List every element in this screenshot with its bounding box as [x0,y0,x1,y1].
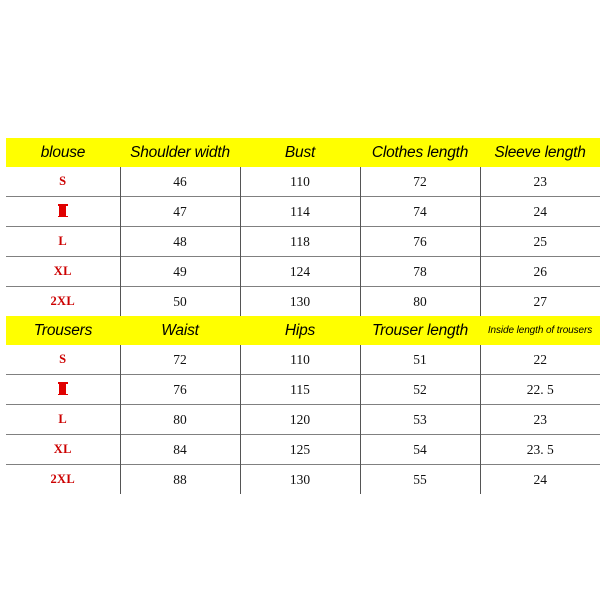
column-header-trousers-1: Waist [120,316,240,345]
table-row: 2XL 50 130 80 27 [6,286,600,316]
size-label-blouse-xl: XL [6,256,121,287]
measurement-cell: 120 [240,404,361,435]
table-header-row-trousers: Trousers Waist Hips Trouser length Inside le… [6,316,600,345]
column-header-trousers-3: Trouser length [360,316,480,345]
size-label-trousers-2xl: 2XL [6,464,121,494]
table-header-row-blouse: blouse Shoulder width Bust Clothes length Sl… [6,138,600,167]
measurement-cell: 74 [360,196,481,227]
size-label-blouse-2xl: 2XL [6,286,121,316]
measurement-cell: 72 [120,345,241,375]
table-row: M471147424 [6,196,600,227]
measurement-cell: 22 [480,345,600,375]
measurement-cell: 23 [480,404,600,435]
column-header-blouse-3: Clothes length [360,138,480,167]
column-header-blouse-1: Shoulder width [120,138,240,167]
measurement-cell: 48 [120,226,241,257]
table-row: 2XL 88 130 55 24 [6,464,600,494]
measurement-cell: 80 [360,286,481,316]
measurement-cell: 115 [240,374,361,405]
measurement-cell: 50 [120,286,241,316]
measurement-cell: 110 [240,167,361,197]
measurement-cell: 76 [120,374,241,405]
measurement-cell: 114 [240,196,361,227]
measurement-cell: 46 [120,167,241,197]
measurement-cell: 54 [360,434,481,465]
table-row: M761155222. 5 [6,374,600,405]
measurement-cell: 55 [360,464,481,494]
size-chart-container: blouse Shoulder width Bust Clothes length Sl… [6,138,600,494]
measurement-cell: 53 [360,404,481,435]
size-label-trousers-l: L [6,404,121,435]
measurement-cell: 118 [240,226,361,257]
size-label-blouse-m: M [6,196,121,227]
table-row: XL 84 125 54 23. 5 [6,434,600,465]
column-header-trousers-0: Trousers [6,316,120,345]
size-label-blouse-l: L [6,226,121,257]
measurement-cell: 80 [120,404,241,435]
measurement-cell: 49 [120,256,241,287]
column-header-blouse-0: blouse [6,138,120,167]
column-header-blouse-4: Sleeve length [480,138,600,167]
table-row: XL 49 124 78 26 [6,256,600,287]
size-label-trousers-m: M [6,374,121,405]
measurement-cell: 25 [480,226,600,257]
size-block-glyph-icon [57,382,68,395]
measurement-cell: 24 [480,464,600,494]
measurement-cell: 72 [360,167,481,197]
measurement-cell: 130 [240,286,361,316]
measurement-cell: 88 [120,464,241,494]
measurement-cell: 124 [240,256,361,287]
table-row: S 72 110 51 22 [6,345,600,375]
measurement-cell: 52 [360,374,481,405]
measurement-cell: 51 [360,345,481,375]
table-row: L 80 120 53 23 [6,404,600,435]
column-header-blouse-2: Bust [240,138,360,167]
measurement-cell: 24 [480,196,600,227]
measurement-cell: 23 [480,167,600,197]
column-header-trousers-2: Hips [240,316,360,345]
measurement-cell: 27 [480,286,600,316]
size-label-trousers-s: S [6,345,121,375]
size-chart-table: blouse Shoulder width Bust Clothes length Sl… [6,138,600,494]
table-row: S 46 110 72 23 [6,167,600,197]
measurement-cell: 130 [240,464,361,494]
measurement-cell: 76 [360,226,481,257]
measurement-cell: 22. 5 [480,374,600,405]
measurement-cell: 84 [120,434,241,465]
measurement-cell: 78 [360,256,481,287]
table-row: L 48 118 76 25 [6,226,600,257]
measurement-cell: 125 [240,434,361,465]
measurement-cell: 26 [480,256,600,287]
measurement-cell: 23. 5 [480,434,600,465]
size-block-glyph-icon [57,204,68,217]
size-label-blouse-s: S [6,167,121,197]
measurement-cell: 110 [240,345,361,375]
measurement-cell: 47 [120,196,241,227]
column-header-trousers-4: Inside length of trousers [480,316,600,345]
size-label-trousers-xl: XL [6,434,121,465]
